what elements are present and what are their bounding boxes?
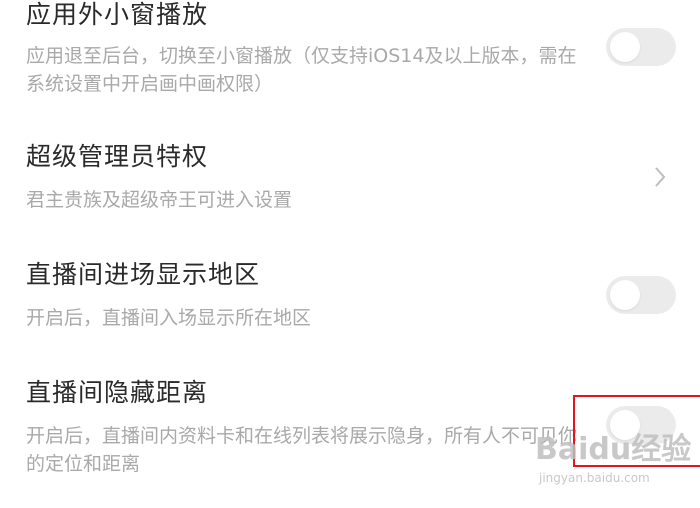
watermark-url: jingyan.baidu.com: [539, 471, 650, 485]
chevron-right-icon[interactable]: [650, 165, 670, 189]
toggle-knob: [610, 32, 640, 62]
setting-title: 直播间隐藏距离: [26, 378, 209, 407]
region-toggle[interactable]: [606, 276, 676, 314]
setting-row-region: 直播间进场显示地区 开启后，直播间入场显示所在地区: [0, 220, 700, 340]
setting-row-pip: 应用外小窗播放 应用退至后台，切换至小窗播放（仅支持iOS14及以上版本，需在系…: [0, 0, 700, 110]
watermark-brand: Baidu经验: [535, 432, 692, 467]
setting-title: 超级管理员特权: [26, 142, 209, 171]
setting-row-super-admin[interactable]: 超级管理员特权 君主贵族及超级帝王可进入设置: [0, 110, 700, 220]
watermark: Baidu经验 jingyan.baidu.com: [535, 433, 695, 493]
pip-toggle[interactable]: [606, 28, 676, 66]
setting-description: 开启后，直播间内资料卡和在线列表将展示隐身，所有人不可见你的定位和距离: [26, 425, 578, 475]
setting-title: 应用外小窗播放: [26, 0, 209, 29]
setting-description: 应用退至后台，切换至小窗播放（仅支持iOS14及以上版本，需在系统设置中开启画中…: [26, 45, 577, 95]
setting-description: 开启后，直播间入场显示所在地区: [26, 307, 312, 329]
setting-description: 君主贵族及超级帝王可进入设置: [26, 189, 293, 211]
setting-title: 直播间进场显示地区: [26, 260, 261, 289]
toggle-knob: [610, 280, 640, 310]
